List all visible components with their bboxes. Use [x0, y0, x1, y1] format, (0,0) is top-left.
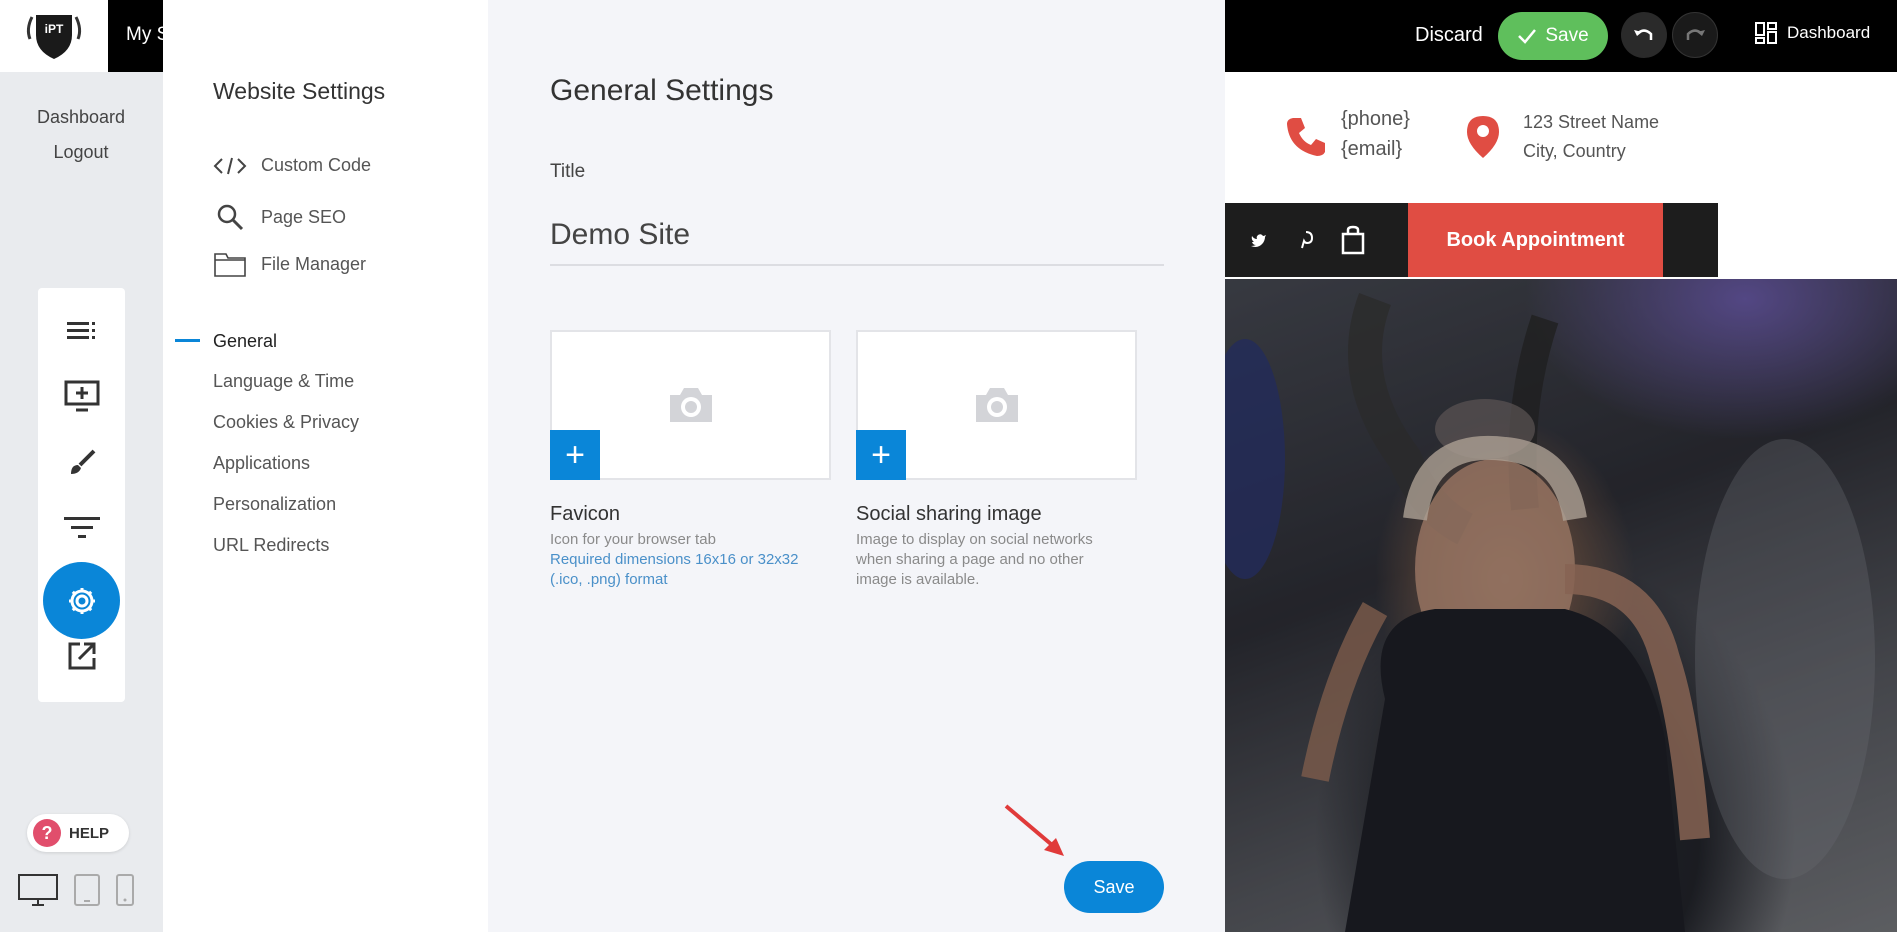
nav-item-url-redirects[interactable]: URL Redirects [213, 535, 329, 556]
social-desc-line1: Image to display on social networks [856, 531, 1093, 548]
open-external-button[interactable] [38, 631, 125, 681]
site-logo[interactable]: iPT [0, 0, 108, 72]
folder-icon [214, 253, 246, 277]
hero-image [1225, 279, 1897, 932]
brush-icon [70, 449, 95, 474]
undo-icon [1634, 29, 1653, 40]
nav-item-cookies-privacy[interactable]: Cookies & Privacy [213, 412, 359, 433]
pinterest-icon[interactable] [1299, 231, 1313, 249]
custom-code-link[interactable]: Custom Code [213, 155, 371, 176]
nav-item-personalization[interactable]: Personalization [213, 494, 336, 515]
redo-button[interactable] [1672, 12, 1718, 58]
social-image-add-button[interactable]: + [856, 430, 906, 480]
nav-item-general[interactable]: General [213, 331, 277, 352]
editor-toolbar [38, 288, 125, 702]
hero-overlay [1225, 279, 1897, 932]
redo-icon [1686, 29, 1705, 40]
file-manager-label: File Manager [261, 253, 367, 274]
address-line2: City, Country [1523, 141, 1626, 161]
title-label: Title [550, 161, 586, 182]
phone-icon [1287, 118, 1325, 156]
logo-shield-icon: iPT [26, 15, 82, 59]
top-dashboard-label: Dashboard [1787, 23, 1871, 42]
favicon-title: Favicon [550, 503, 621, 525]
custom-code-label: Custom Code [261, 155, 372, 175]
location-pin-icon [1467, 116, 1499, 158]
page-seo-link[interactable]: Page SEO [213, 203, 346, 231]
shopping-bag-icon[interactable] [1341, 225, 1365, 255]
help-label: HELP [69, 824, 110, 842]
mobile-view-icon[interactable] [116, 874, 134, 906]
general-settings-heading: General Settings [550, 74, 774, 107]
check-icon [1518, 29, 1537, 44]
filter-icon [63, 517, 100, 538]
website-settings-panel: Website Settings Custom Code Page SEO Fi… [163, 0, 488, 932]
settings-gear-icon [68, 587, 95, 614]
favicon-requirement-line2: (.ico, .png) format [550, 571, 668, 588]
favicon-requirement-line1: Required dimensions 16x16 or 32x32 [550, 551, 799, 568]
filter-button[interactable] [38, 503, 125, 553]
camera-icon [669, 388, 712, 422]
red-arrow-annotation [1004, 804, 1064, 856]
settings-save-button[interactable]: Save [1064, 861, 1164, 913]
left-links: Dashboard Logout [0, 100, 162, 170]
logout-link[interactable]: Logout [0, 135, 162, 170]
add-section-icon [64, 380, 99, 412]
page-seo-label: Page SEO [261, 206, 347, 227]
add-section-button[interactable] [38, 371, 125, 421]
social-desc-line3: image is available. [856, 571, 980, 588]
favicon-add-button[interactable]: + [550, 430, 600, 480]
device-switcher [18, 874, 134, 906]
preview-navbar: Book Appointment [1225, 203, 1718, 277]
dashboard-grid-icon [1755, 22, 1777, 44]
social-image-uploader[interactable]: + [856, 330, 1137, 480]
file-manager-link[interactable]: File Manager [213, 251, 366, 277]
phone-text[interactable]: {phone} [1341, 104, 1410, 134]
nav-item-applications[interactable]: Applications [213, 453, 310, 474]
top-save-button[interactable]: Save [1498, 12, 1608, 60]
menu-list-icon [66, 322, 95, 339]
nav-item-language-time[interactable]: Language & Time [213, 371, 354, 392]
external-link-icon [68, 642, 95, 670]
search-icon [217, 204, 244, 231]
favicon-uploader[interactable]: + [550, 330, 831, 480]
email-text[interactable]: {email} [1341, 134, 1410, 164]
general-settings-panel: General Settings Title + Favicon Icon fo… [488, 0, 1225, 932]
book-appointment-button[interactable]: Book Appointment [1408, 203, 1663, 277]
website-settings-title: Website Settings [213, 78, 386, 104]
contact-info: {phone} {email} [1341, 104, 1410, 164]
desktop-view-icon[interactable] [18, 874, 58, 906]
twitter-icon[interactable] [1251, 233, 1267, 247]
discard-button[interactable]: Discard [1415, 24, 1483, 47]
logo-text: iPT [45, 22, 64, 36]
address-line1: 123 Street Name [1523, 112, 1660, 132]
website-preview: {phone} {email} 123 Street Name City, Co… [1225, 72, 1897, 932]
code-icon [213, 157, 247, 174]
camera-icon [975, 388, 1018, 422]
favicon-description: Icon for your browser tab Required dimen… [550, 530, 799, 590]
address-info: 123 Street Name City, Country [1523, 108, 1659, 166]
dashboard-link[interactable]: Dashboard [0, 100, 162, 135]
undo-button[interactable] [1621, 12, 1667, 58]
top-save-label: Save [1545, 25, 1589, 46]
social-image-description: Image to display on social networks when… [856, 530, 1093, 590]
menu-list-button[interactable] [38, 306, 125, 356]
top-dashboard-button[interactable]: Dashboard [1755, 22, 1870, 44]
help-question-icon: ? [33, 819, 61, 847]
site-title-input[interactable] [550, 206, 1164, 266]
help-button[interactable]: ? HELP [27, 814, 129, 852]
active-nav-indicator [175, 339, 200, 342]
tablet-view-icon[interactable] [74, 874, 100, 906]
design-button[interactable] [38, 438, 125, 488]
settings-button[interactable] [43, 562, 120, 639]
favicon-desc-text: Icon for your browser tab [550, 531, 716, 548]
social-desc-line2: when sharing a page and no other [856, 551, 1084, 568]
social-image-title: Social sharing image [856, 503, 1042, 525]
